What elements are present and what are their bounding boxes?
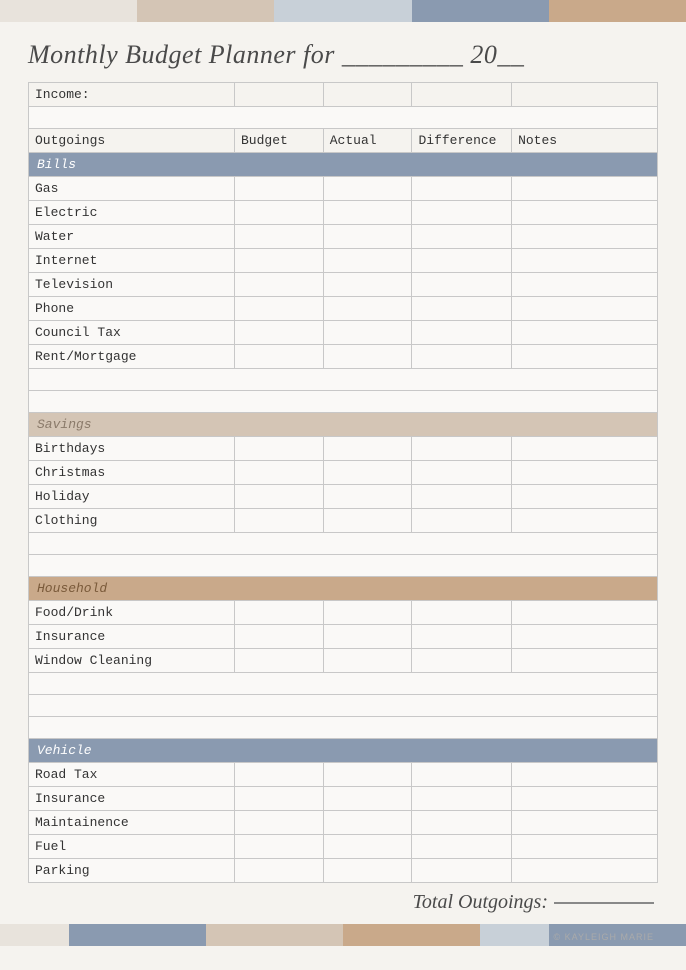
bottom-bar-segment (412, 924, 481, 946)
column-headers: Outgoings Budget Actual Difference Notes (29, 129, 658, 153)
household-empty-1 (29, 673, 658, 695)
label-christmas: Christmas (29, 461, 235, 485)
bottom-bar-segment (274, 924, 343, 946)
row-parking: Parking (29, 859, 658, 883)
label-electric: Electric (29, 201, 235, 225)
label-rent-mortgage: Rent/Mortgage (29, 345, 235, 369)
row-phone: Phone (29, 297, 658, 321)
label-clothing: Clothing (29, 509, 235, 533)
income-actual[interactable] (323, 83, 412, 107)
label-parking: Parking (29, 859, 235, 883)
label-insurance-household: Insurance (29, 625, 235, 649)
bills-section-header: Bills (29, 153, 658, 177)
gas-actual[interactable] (323, 177, 412, 201)
header-notes: Notes (512, 129, 658, 153)
household-label: Household (29, 577, 658, 601)
savings-section-header: Savings (29, 413, 658, 437)
header-budget: Budget (235, 129, 324, 153)
top-bar-segment (549, 0, 618, 22)
label-television: Television (29, 273, 235, 297)
label-fuel: Fuel (29, 835, 235, 859)
savings-label: Savings (29, 413, 658, 437)
top-color-bar (0, 0, 686, 22)
row-electric: Electric (29, 201, 658, 225)
vehicle-section-header: Vehicle (29, 739, 658, 763)
vehicle-label: Vehicle (29, 739, 658, 763)
label-window-cleaning: Window Cleaning (29, 649, 235, 673)
row-insurance-vehicle: Insurance (29, 787, 658, 811)
row-holiday: Holiday (29, 485, 658, 509)
row-road-tax: Road Tax (29, 763, 658, 787)
top-bar-segment (274, 0, 343, 22)
row-clothing: Clothing (29, 509, 658, 533)
bottom-bar-segment (343, 924, 412, 946)
label-maintainence: Maintainence (29, 811, 235, 835)
row-council-tax: Council Tax (29, 321, 658, 345)
row-christmas: Christmas (29, 461, 658, 485)
row-insurance-household: Insurance (29, 625, 658, 649)
label-water: Water (29, 225, 235, 249)
header-actual: Actual (323, 129, 412, 153)
label-holiday: Holiday (29, 485, 235, 509)
top-bar-segment (206, 0, 275, 22)
household-empty-3 (29, 717, 658, 739)
total-outgoings-label: Total Outgoings: (413, 891, 548, 914)
label-phone: Phone (29, 297, 235, 321)
bills-empty-1 (29, 369, 658, 391)
page-title: Monthly Budget Planner for _________ 20_… (28, 40, 658, 70)
income-row: Income: (29, 83, 658, 107)
copyright-text: © Kayleigh Marie (554, 932, 655, 942)
separator-row (29, 107, 658, 129)
gas-diff[interactable] (412, 177, 512, 201)
budget-table: Income: Outgoings Budget Actual Differen… (28, 82, 658, 883)
header-difference: Difference (412, 129, 512, 153)
header-outgoings: Outgoings (29, 129, 235, 153)
income-budget[interactable] (235, 83, 324, 107)
bottom-bar-segment (480, 924, 549, 946)
bottom-bar-segment (206, 924, 275, 946)
bills-label: Bills (29, 153, 658, 177)
row-water: Water (29, 225, 658, 249)
income-notes[interactable] (512, 83, 658, 107)
row-internet: Internet (29, 249, 658, 273)
top-bar-segment (617, 0, 686, 22)
row-gas: Gas (29, 177, 658, 201)
bills-empty-2 (29, 391, 658, 413)
bottom-bar-segment (137, 924, 206, 946)
top-bar-segment (480, 0, 549, 22)
income-difference[interactable] (412, 83, 512, 107)
savings-empty-1 (29, 533, 658, 555)
label-insurance-vehicle: Insurance (29, 787, 235, 811)
income-label: Income: (29, 83, 235, 107)
top-bar-segment (69, 0, 138, 22)
top-bar-segment (412, 0, 481, 22)
savings-empty-2 (29, 555, 658, 577)
row-food-drink: Food/Drink (29, 601, 658, 625)
row-window-cleaning: Window Cleaning (29, 649, 658, 673)
label-road-tax: Road Tax (29, 763, 235, 787)
total-outgoings-line[interactable] (554, 902, 654, 904)
total-outgoings-section: Total Outgoings: (28, 891, 654, 914)
top-bar-segment (343, 0, 412, 22)
row-rent-mortgage: Rent/Mortgage (29, 345, 658, 369)
label-birthdays: Birthdays (29, 437, 235, 461)
gas-budget[interactable] (235, 177, 324, 201)
label-council-tax: Council Tax (29, 321, 235, 345)
bottom-bar-segment (69, 924, 138, 946)
row-maintainence: Maintainence (29, 811, 658, 835)
gas-notes[interactable] (512, 177, 658, 201)
row-birthdays: Birthdays (29, 437, 658, 461)
top-bar-segment (0, 0, 69, 22)
top-bar-segment (137, 0, 206, 22)
label-food-drink: Food/Drink (29, 601, 235, 625)
household-empty-2 (29, 695, 658, 717)
label-gas: Gas (29, 177, 235, 201)
household-section-header: Household (29, 577, 658, 601)
row-television: Television (29, 273, 658, 297)
row-fuel: Fuel (29, 835, 658, 859)
label-internet: Internet (29, 249, 235, 273)
bottom-bar-segment (0, 924, 69, 946)
